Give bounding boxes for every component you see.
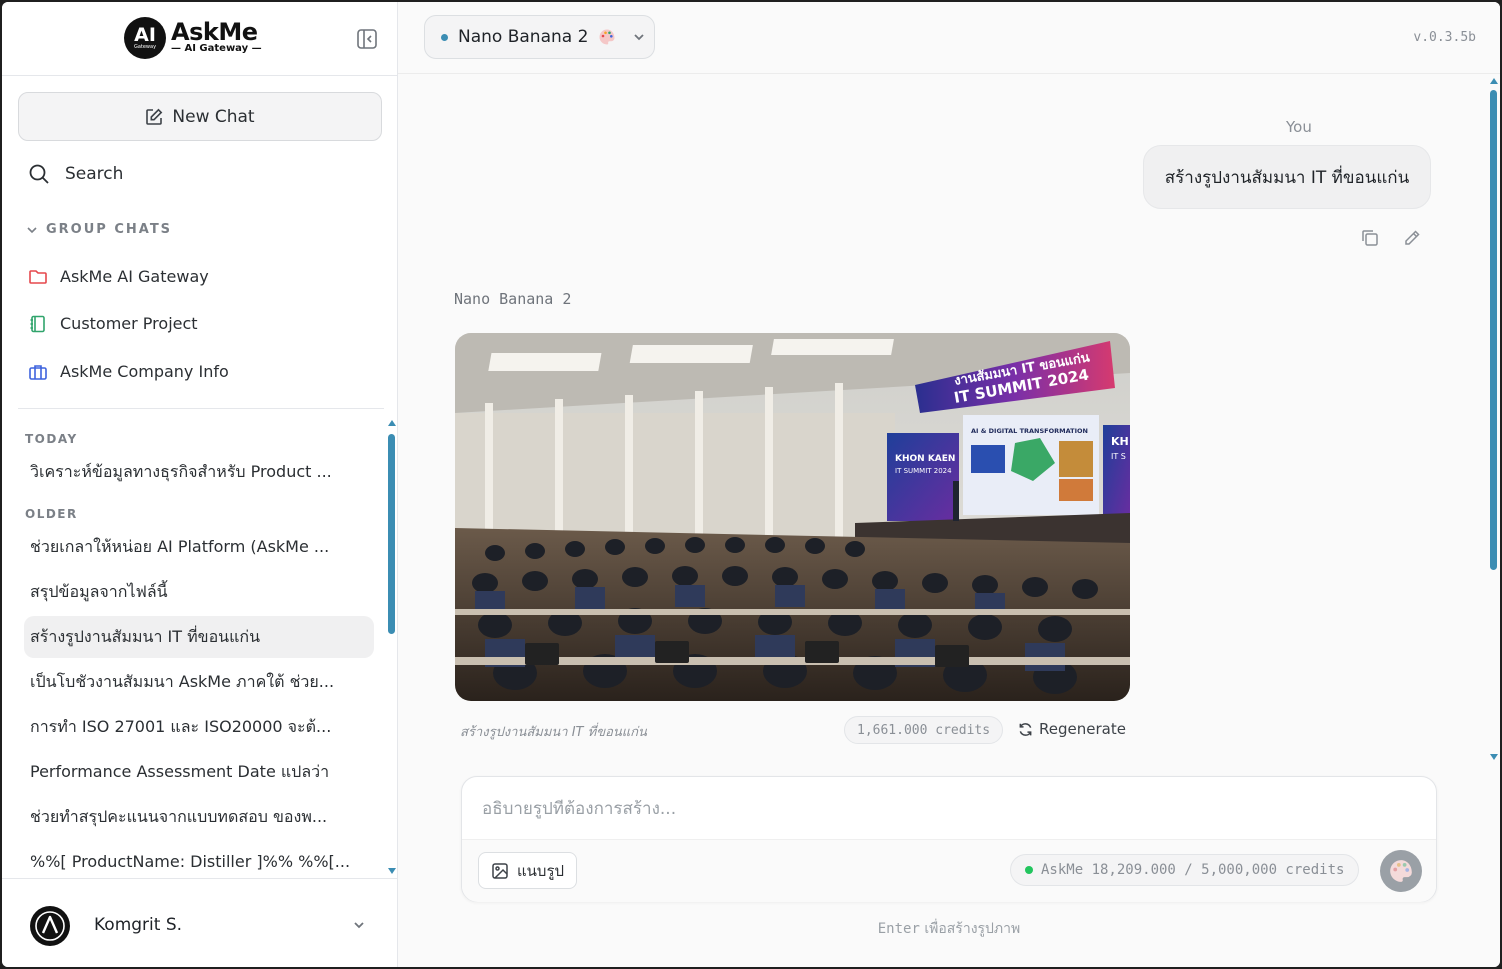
- search-button[interactable]: Search: [28, 163, 123, 185]
- balance-status-dot: [1025, 866, 1033, 874]
- chevron-down-icon: [27, 226, 37, 233]
- history-item[interactable]: การทำ ISO 27001 และ ISO20000 จะต้...: [24, 706, 374, 748]
- group-item-askme-company-info[interactable]: AskMe Company Info: [28, 362, 229, 381]
- screen-right-line2: IT S: [1111, 452, 1126, 461]
- app-window: AI Gateway AskMe — AI Gateway — New Chat…: [2, 2, 1500, 967]
- sidebar-collapse-icon[interactable]: [356, 28, 378, 50]
- composer: แนบรูป AskMe 18,209.000 / 5,000,000 cred…: [461, 776, 1437, 902]
- image-icon: [492, 862, 508, 879]
- refresh-icon: [1019, 722, 1032, 736]
- folder-icon: [29, 269, 47, 284]
- logo-bar: AI Gateway AskMe — AI Gateway —: [2, 2, 397, 76]
- history-item[interactable]: ช่วยทำสรุปคะแนนจากแบบทดสอบ ของพ...: [24, 796, 374, 838]
- generated-image[interactable]: งานสัมมนา IT ขอนแก่น IT SUMMIT 2024 KHON…: [455, 333, 1130, 701]
- app-logo[interactable]: AI Gateway AskMe — AI Gateway —: [124, 17, 262, 59]
- user-name: Komgrit S.: [94, 915, 183, 935]
- history-item[interactable]: ช่วยเกลาให้หน่อย AI Platform (AskMe ...: [24, 526, 374, 568]
- brand-subtitle: — AI Gateway —: [171, 43, 262, 54]
- app-version: v.0.3.5b: [1413, 30, 1476, 45]
- search-icon: [29, 164, 49, 184]
- group-chats-header[interactable]: GROUP CHATS: [26, 222, 172, 237]
- avatar: [30, 906, 70, 946]
- screen-center-title: AI & DIGITAL TRANSFORMATION: [971, 427, 1088, 435]
- credits-used-badge: 1,661.000 credits: [844, 716, 1004, 744]
- history-item[interactable]: %%[ ProductName: Distiller ]%% %%[...: [24, 840, 374, 882]
- notebook-icon: [30, 315, 45, 332]
- chat-area: Nano Banana 2 v.0.3.5b You สร้างรูปงานสั…: [398, 2, 1500, 967]
- history-item-active[interactable]: สร้างรูปงานสัมมนา IT ที่ขอนแก่น: [24, 616, 374, 658]
- sidebar-divider: [18, 408, 384, 409]
- assistant-label: Nano Banana 2: [454, 290, 572, 308]
- regenerate-button[interactable]: Regenerate: [1018, 720, 1126, 738]
- composer-hint: Enter เพื่อสร้างรูปภาพ: [877, 921, 1021, 937]
- chevron-down-icon[interactable]: [352, 917, 366, 936]
- credit-balance: AskMe 18,209.000 / 5,000,000 credits: [1010, 854, 1360, 886]
- section-today-label: TODAY: [25, 432, 78, 446]
- model-status-dot: [441, 33, 448, 41]
- sidebar: AI Gateway AskMe — AI Gateway — New Chat…: [2, 2, 398, 967]
- new-chat-button[interactable]: New Chat: [18, 92, 382, 141]
- prompt-input[interactable]: [482, 799, 1412, 819]
- model-selector[interactable]: Nano Banana 2: [424, 15, 655, 59]
- generate-button[interactable]: [1380, 850, 1422, 892]
- section-older-label: OLDER: [25, 507, 78, 521]
- image-caption: สร้างรูปงานสัมมนา IT ที่ขอนแก่น: [460, 725, 647, 740]
- sidebar-scrollbar-thumb[interactable]: [388, 434, 395, 634]
- search-label: Search: [65, 164, 124, 184]
- attach-image-button[interactable]: แนบรูป: [478, 852, 578, 889]
- group-item-askme-ai-gateway[interactable]: AskMe AI Gateway: [28, 267, 209, 286]
- chat-scrollbar-thumb[interactable]: [1490, 90, 1497, 570]
- brand-name: AskMe: [171, 18, 258, 46]
- edit-message-icon[interactable]: [1402, 228, 1422, 248]
- briefcase-icon: [29, 364, 47, 380]
- composer-toolbar: แนบรูป AskMe 18,209.000 / 5,000,000 cred…: [462, 840, 1436, 902]
- screen-left-line1: KHON KAEN: [895, 454, 955, 464]
- new-chat-label: New Chat: [172, 106, 255, 127]
- palette-icon: [1390, 860, 1412, 882]
- user-message-bubble: สร้างรูปงานสัมมนา IT ที่ขอนแก่น: [1143, 145, 1431, 209]
- copy-icon[interactable]: [1360, 228, 1380, 248]
- model-name: Nano Banana 2: [458, 27, 589, 47]
- user-menu[interactable]: Komgrit S.: [2, 878, 398, 967]
- screen-left-line2: IT SUMMIT 2024: [895, 467, 952, 475]
- sidebar-scroll-up-arrow[interactable]: [388, 420, 396, 426]
- history-item[interactable]: เป็นโบชัวงานสัมมนา AskMe ภาคใต้ ช่วย...: [24, 661, 374, 703]
- group-item-customer-project[interactable]: Customer Project: [28, 314, 198, 333]
- edit-icon: [146, 108, 163, 125]
- sidebar-scroll-down-arrow[interactable]: [388, 868, 396, 874]
- screen-right-line1: KH: [1111, 435, 1129, 448]
- palette-icon: [599, 29, 615, 45]
- user-label: You: [1286, 118, 1312, 136]
- history-item[interactable]: วิเคราะห์ข้อมูลทางธุรกิจสำหรับ Product .…: [24, 451, 374, 493]
- chat-scroll-down-arrow[interactable]: [1490, 754, 1498, 760]
- chat-scroll-up-arrow[interactable]: [1490, 78, 1498, 84]
- history-item[interactable]: Performance Assessment Date แปลว่า: [24, 751, 374, 793]
- history-item[interactable]: สรุปข้อมูลจากไฟล์นี้: [24, 571, 374, 613]
- chevron-down-icon: [634, 34, 645, 41]
- top-bar: Nano Banana 2 v.0.3.5b: [398, 2, 1500, 74]
- logo-mark: AI Gateway: [124, 17, 166, 59]
